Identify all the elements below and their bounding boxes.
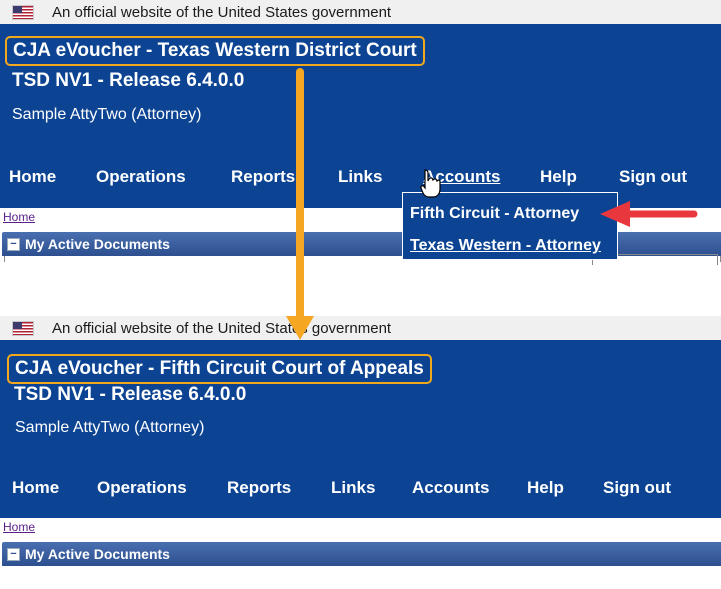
- menu-item-texas-western[interactable]: Texas Western - Attorney: [410, 237, 601, 255]
- user-name: Sample AttyTwo (Attorney): [15, 419, 205, 436]
- gov-banner: An official website of the United States…: [0, 0, 721, 24]
- nav-accounts[interactable]: Accounts: [423, 167, 500, 187]
- breadcrumb: Home: [0, 518, 721, 536]
- nav-links[interactable]: Links: [338, 167, 382, 187]
- court-title: CJA eVoucher - Fifth Circuit Court of Ap…: [7, 354, 432, 384]
- collapse-icon[interactable]: −: [7, 547, 20, 561]
- nav-help[interactable]: Help: [540, 167, 577, 187]
- menu-item-fifth-circuit[interactable]: Fifth Circuit - Attorney: [410, 205, 579, 223]
- breadcrumb-home-link[interactable]: Home: [3, 210, 35, 224]
- site-header: CJA eVoucher - Texas Western District Co…: [0, 24, 721, 208]
- us-flag-icon: [12, 320, 34, 336]
- nav-sign-out[interactable]: Sign out: [619, 167, 687, 187]
- section-title: My Active Documents: [25, 236, 170, 252]
- gov-banner: An official website of the United States…: [0, 316, 721, 340]
- nav-reports[interactable]: Reports: [231, 167, 295, 187]
- release-label: TSD NV1 - Release 6.4.0.0: [14, 384, 247, 405]
- collapse-icon[interactable]: −: [7, 237, 20, 251]
- before-screenshot: An official website of the United States…: [0, 0, 721, 288]
- gov-banner-text: An official website of the United States…: [52, 3, 392, 21]
- nav-operations[interactable]: Operations: [97, 478, 187, 498]
- nav-home[interactable]: Home: [12, 478, 59, 498]
- nav-operations[interactable]: Operations: [96, 167, 186, 187]
- after-screenshot: An official website of the United States…: [0, 316, 721, 589]
- release-label: TSD NV1 - Release 6.4.0.0: [12, 70, 245, 91]
- nav-help[interactable]: Help: [527, 478, 564, 498]
- accounts-dropdown: Fifth Circuit - Attorney Texas Western -…: [402, 192, 618, 260]
- site-header: CJA eVoucher - Fifth Circuit Court of Ap…: [0, 340, 721, 518]
- gov-banner-text: An official website of the United States…: [52, 319, 392, 337]
- nav-links[interactable]: Links: [331, 478, 375, 498]
- breadcrumb-home-link[interactable]: Home: [3, 520, 35, 534]
- section-title: My Active Documents: [25, 546, 170, 562]
- us-flag-icon: [12, 4, 34, 20]
- nav-home[interactable]: Home: [9, 167, 56, 187]
- nav-accounts[interactable]: Accounts: [412, 478, 489, 498]
- nav-sign-out[interactable]: Sign out: [603, 478, 671, 498]
- user-name: Sample AttyTwo (Attorney): [12, 106, 202, 123]
- my-active-documents-header[interactable]: − My Active Documents: [2, 542, 721, 566]
- nav-reports[interactable]: Reports: [227, 478, 291, 498]
- court-title: CJA eVoucher - Texas Western District Co…: [5, 36, 425, 66]
